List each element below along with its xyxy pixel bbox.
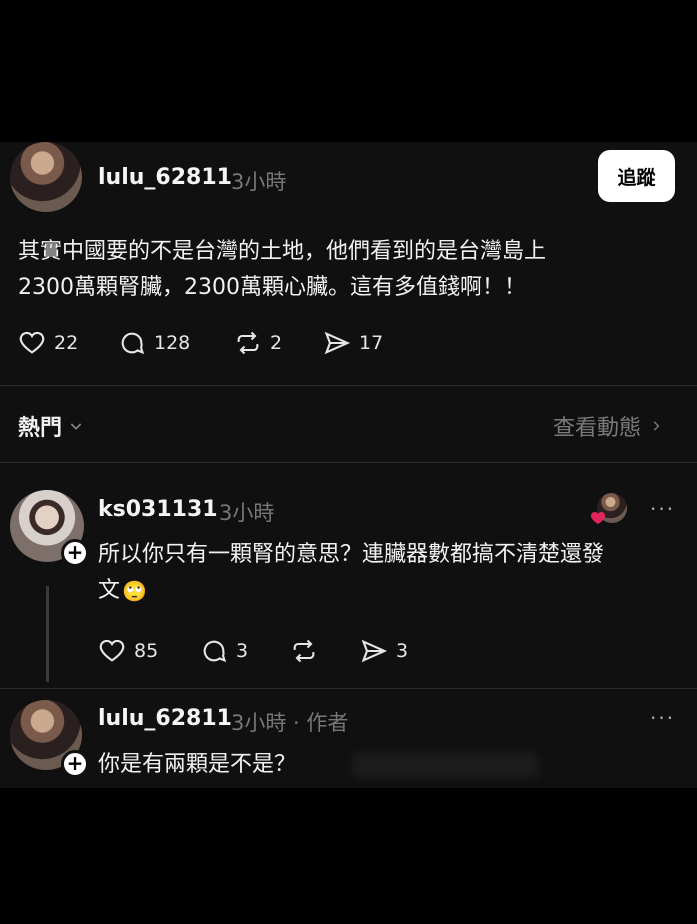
divider [0, 385, 697, 386]
follow-plus-icon[interactable]: + [61, 539, 89, 567]
sort-label: 熱門 [18, 416, 63, 441]
more-options-button[interactable]: ··· [650, 706, 675, 730]
avatar[interactable] [10, 142, 82, 212]
heart-icon [19, 331, 45, 354]
reply-text-line-1: 所以你只有一顆腎的意思？連臟器數都搞不清楚還發 [98, 542, 605, 567]
share-count: 3 [396, 640, 409, 662]
post-username[interactable]: lulu_62811 [98, 165, 232, 190]
reply-text-line-2-row: 文 🙄 [98, 571, 147, 611]
more-options-button[interactable]: ··· [650, 497, 675, 521]
comment-button[interactable]: 3 [200, 637, 248, 665]
send-icon [324, 331, 351, 355]
repost-button[interactable] [290, 637, 318, 665]
chevron-right-icon [653, 421, 660, 431]
chevron-down-icon [70, 423, 82, 430]
post-text-line-1: 其實中國要的不是台灣的土地，他們看到的是台灣島上 [18, 239, 547, 264]
heart-badge-icon [590, 511, 606, 524]
send-icon [361, 639, 388, 663]
repost-button[interactable]: 2 [234, 329, 282, 357]
view-activity-link[interactable]: 查看動態 [553, 410, 663, 442]
reply-text-line-2: 文 [98, 578, 121, 603]
follow-button[interactable]: 追蹤 [598, 150, 675, 202]
like-count: 22 [54, 332, 79, 354]
repost-icon [237, 331, 259, 355]
view-activity-label: 查看動態 [553, 416, 642, 441]
like-count: 85 [134, 640, 159, 662]
reply-timestamp: 3小時 · 作者 [231, 711, 349, 735]
thread-line [46, 586, 49, 682]
follow-plus-icon[interactable]: + [61, 750, 89, 778]
sort-dropdown[interactable]: 熱門 [18, 410, 84, 442]
share-button[interactable]: 17 [323, 329, 383, 357]
eye-roll-emoji: 🙄 [122, 579, 147, 603]
share-count: 17 [359, 332, 384, 354]
repost-icon [293, 639, 315, 663]
divider [0, 462, 697, 463]
comment-count: 128 [154, 332, 191, 354]
divider [0, 688, 697, 689]
comment-count: 3 [236, 640, 249, 662]
share-button[interactable]: 3 [360, 637, 408, 665]
comment-icon [203, 640, 227, 663]
post-timestamp: 3小時 [231, 170, 287, 194]
comment-button[interactable]: 128 [118, 329, 190, 357]
repost-count: 2 [270, 332, 283, 354]
comment-icon [121, 332, 145, 355]
blurred-region [352, 752, 538, 778]
post-text-line-2: 2300萬顆腎臟，2300萬顆心臟。這有多值錢啊！！ [18, 275, 526, 300]
like-button[interactable]: 85 [98, 637, 158, 665]
heart-icon [99, 639, 125, 662]
reply-username[interactable]: lulu_62811 [98, 706, 232, 731]
reply-username[interactable]: ks031131 [98, 497, 218, 522]
like-button[interactable]: 22 [18, 329, 78, 357]
reply-text: 你是有兩顆是不是？ [98, 752, 297, 777]
reply-timestamp: 3小時 [219, 501, 275, 525]
